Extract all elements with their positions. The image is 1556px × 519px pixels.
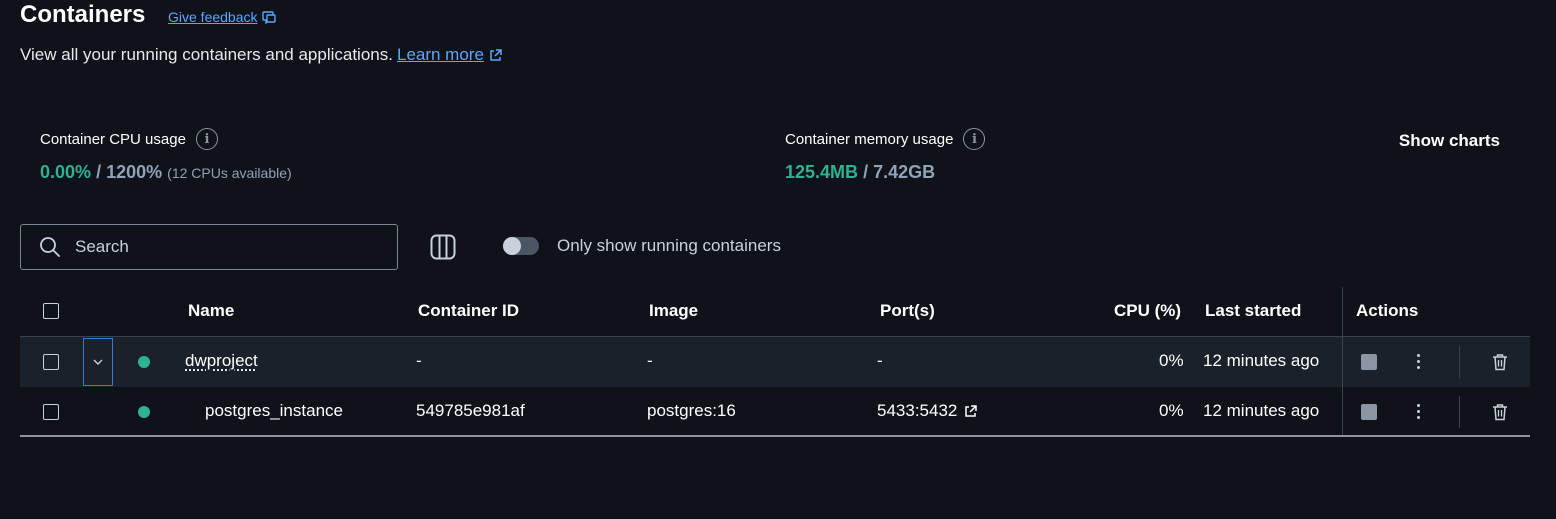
row-checkbox[interactable] (43, 404, 59, 420)
container-ports: - (877, 351, 883, 370)
select-all-checkbox[interactable] (43, 303, 59, 319)
containers-table: Name Container ID Image Port(s) CPU (%) … (20, 287, 1530, 437)
action-divider (1459, 346, 1460, 378)
running-status-dot (138, 356, 150, 368)
give-feedback-label: Give feedback (168, 9, 258, 25)
search-box[interactable] (20, 224, 398, 270)
external-link-icon (490, 49, 502, 61)
column-header-image[interactable]: Image (649, 301, 698, 321)
container-name-link[interactable]: dwproject (185, 351, 258, 371)
table-row[interactable]: dwproject - - - 0% 12 minutes ago (20, 337, 1530, 387)
running-only-toggle[interactable] (503, 237, 539, 255)
column-header-actions: Actions (1356, 301, 1419, 320)
table-row[interactable]: postgres_instance 549785e981af postgres:… (20, 387, 1530, 437)
feedback-icon (261, 11, 276, 24)
action-divider (1459, 396, 1460, 428)
column-header-container-id[interactable]: Container ID (418, 301, 519, 321)
columns-icon[interactable] (430, 234, 456, 260)
page-subtitle: View all your running containers and app… (20, 44, 503, 66)
container-id: 549785e981af (416, 401, 525, 420)
table-bottom-border (20, 435, 1530, 437)
page-title: Containers (20, 1, 146, 28)
give-feedback-link[interactable]: Give feedback (168, 9, 276, 25)
stop-icon[interactable] (1361, 404, 1377, 420)
column-header-cpu[interactable]: CPU (%) (1114, 301, 1181, 321)
memory-usage-label: Container memory usage (785, 130, 954, 148)
container-name-link[interactable]: postgres_instance (205, 401, 343, 421)
cpu-usage-label: Container CPU usage (40, 130, 186, 148)
chevron-down-icon (93, 359, 103, 365)
container-image: postgres:16 (647, 401, 736, 420)
running-only-label: Only show running containers (557, 236, 781, 255)
trash-icon[interactable] (1492, 353, 1508, 371)
column-header-last-started[interactable]: Last started (1205, 301, 1301, 321)
column-header-name[interactable]: Name (188, 301, 234, 321)
cpu-used-value: 0.00% (40, 162, 92, 182)
memory-separator: / (863, 162, 869, 182)
info-icon[interactable]: i (963, 128, 986, 150)
container-cpu: 0% (1159, 351, 1184, 370)
stop-icon[interactable] (1361, 354, 1377, 370)
learn-more-link[interactable]: Learn more (397, 45, 484, 64)
info-icon[interactable]: i (195, 128, 218, 150)
expand-group-button[interactable] (83, 338, 113, 386)
subtitle-text: View all your running containers and app… (20, 45, 393, 64)
cpu-usage-stat: Container CPU usage i 0.00% / 1200% (12 … (40, 128, 292, 183)
external-link-icon (965, 404, 978, 417)
search-icon (40, 237, 60, 257)
memory-total-value: 7.42GB (873, 162, 936, 182)
trash-icon[interactable] (1492, 403, 1508, 421)
running-status-dot (138, 406, 150, 418)
container-cpu: 0% (1159, 401, 1184, 420)
cpu-total-value: 1200% (106, 162, 163, 182)
container-ports: 5433:5432 (877, 401, 958, 420)
column-header-ports[interactable]: Port(s) (880, 301, 935, 321)
container-id: - (416, 351, 422, 370)
cpu-available-note: (12 CPUs available) (167, 165, 292, 181)
more-options-icon[interactable] (1417, 404, 1421, 422)
show-charts-button[interactable]: Show charts (1399, 131, 1500, 151)
memory-used-value: 125.4MB (785, 162, 859, 182)
row-checkbox[interactable] (43, 354, 59, 370)
cpu-separator: / (96, 162, 102, 182)
memory-usage-stat: Container memory usage i 125.4MB / 7.42G… (785, 128, 986, 183)
container-ports-link[interactable]: 5433:5432 (877, 401, 978, 421)
container-last-started: 12 minutes ago (1203, 351, 1320, 370)
container-last-started: 12 minutes ago (1203, 401, 1320, 420)
actions-column-divider (1342, 287, 1343, 437)
toggle-knob (503, 237, 521, 255)
container-image: - (647, 351, 653, 370)
search-input[interactable] (75, 237, 375, 257)
more-options-icon[interactable] (1417, 354, 1421, 372)
